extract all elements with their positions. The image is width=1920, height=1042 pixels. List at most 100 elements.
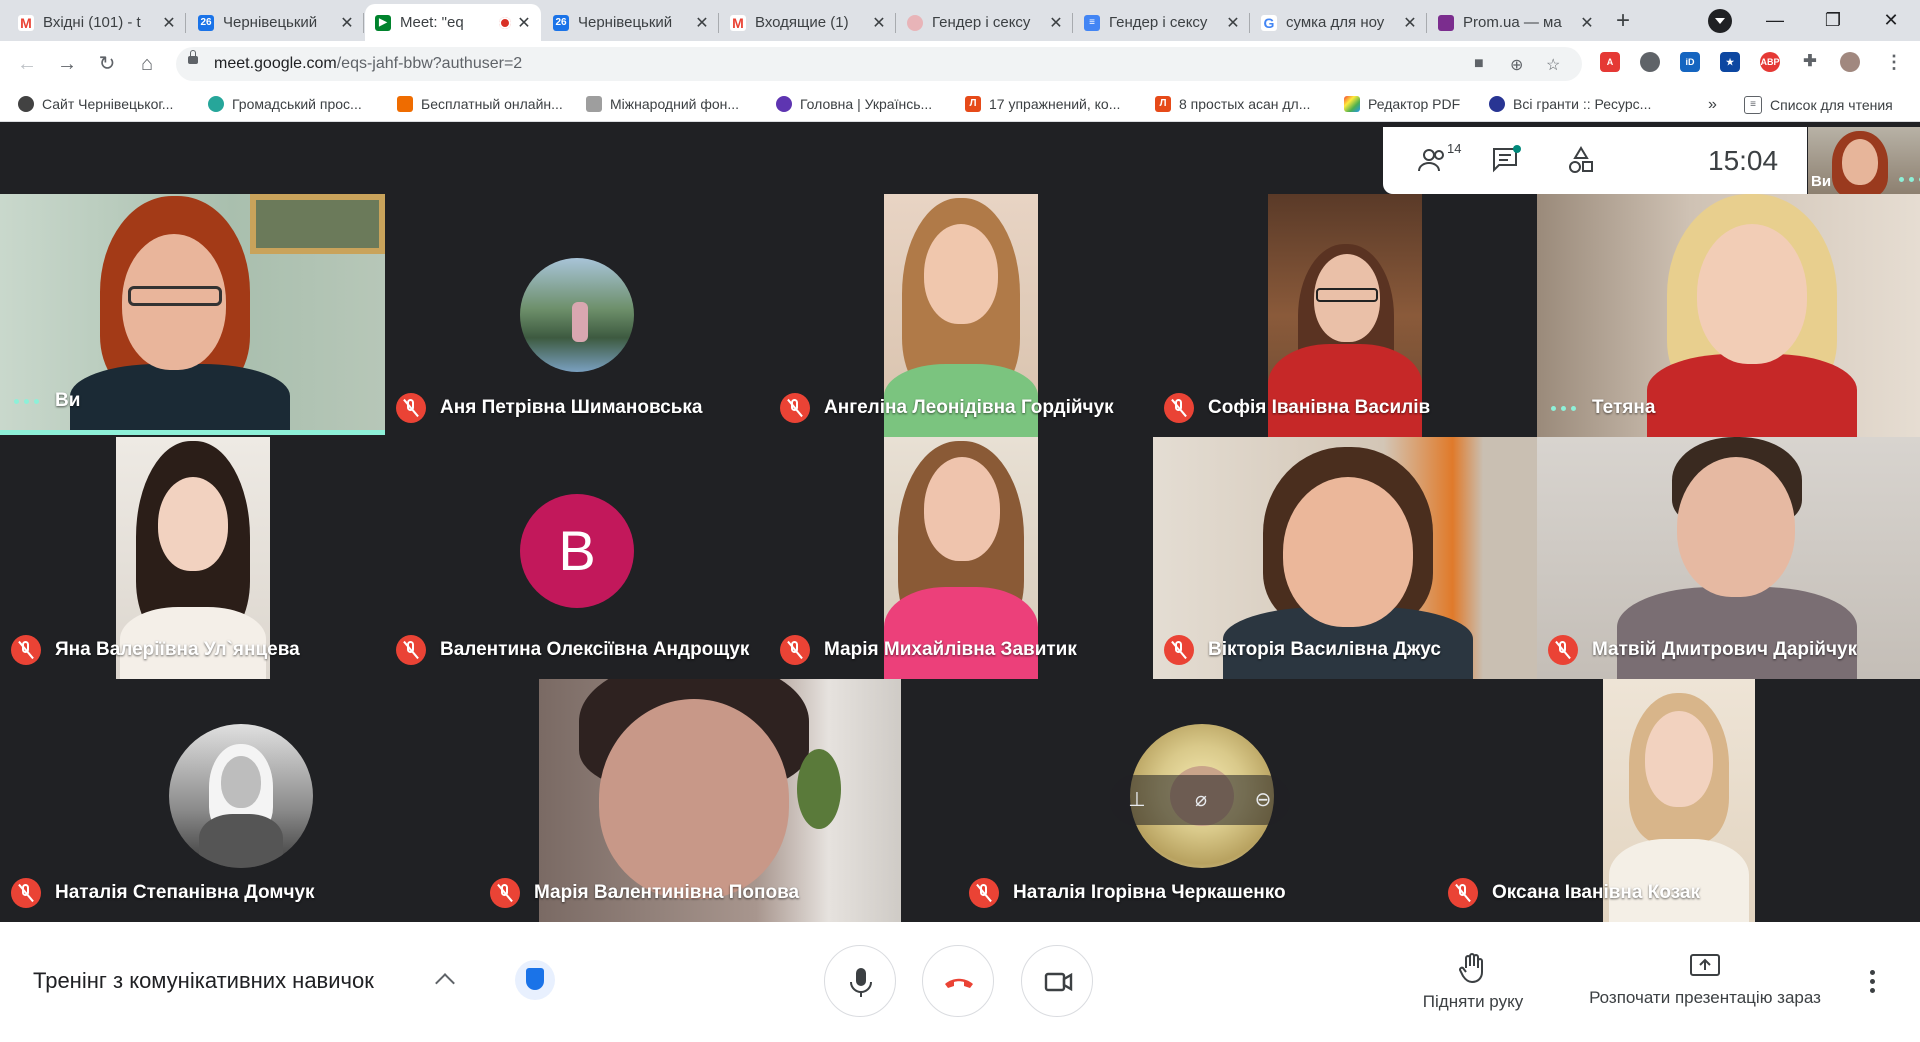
participant-tile[interactable]: Вікторія Василівна Джус xyxy=(1153,437,1537,679)
browser-tab[interactable]: 26 Чернівецький ✕ xyxy=(543,4,719,41)
restore-button[interactable]: ❐ xyxy=(1818,8,1848,34)
close-window-button[interactable]: ✕ xyxy=(1876,8,1906,34)
browser-tab[interactable]: 26 Чернівецький ✕ xyxy=(188,4,364,41)
bookmark-item[interactable]: Бесплатный онлайн... xyxy=(397,96,563,112)
chevron-up-icon[interactable] xyxy=(435,973,455,993)
close-tab-icon[interactable]: ✕ xyxy=(872,13,886,33)
browser-tab-active[interactable]: ▶ Meet: "eq ✕ xyxy=(365,4,541,41)
present-now-button[interactable]: Розпочати презентацію зараз xyxy=(1570,952,1840,1008)
tab-title: Чернівецький xyxy=(578,14,673,31)
participant-tile[interactable]: В Валентина Олексіївна Андрощук xyxy=(385,437,769,679)
close-tab-icon[interactable]: ✕ xyxy=(1403,13,1417,33)
self-view-thumbnail[interactable]: Ви xyxy=(1808,127,1920,194)
close-tab-icon[interactable]: ✕ xyxy=(340,13,354,33)
home-button[interactable]: ⌂ xyxy=(132,49,162,79)
browser-menu-icon[interactable]: ⋮ xyxy=(1884,52,1904,72)
host-controls-button[interactable] xyxy=(515,960,555,1000)
forward-button[interactable]: → xyxy=(52,49,82,79)
close-tab-icon[interactable]: ✕ xyxy=(162,13,176,33)
tab-title: Входящие (1) xyxy=(755,14,849,31)
lock-icon[interactable] xyxy=(188,50,198,64)
leave-call-button[interactable] xyxy=(922,945,994,1017)
address-bar[interactable]: meet.google.com/eqs-jahf-bbw?authuser=2 … xyxy=(176,47,1582,81)
participant-tile[interactable]: Тетяна xyxy=(1537,194,1920,437)
camera-button[interactable] xyxy=(1021,945,1093,1017)
bookmark-item[interactable]: Головна | Українсь... xyxy=(776,96,932,112)
browser-tab[interactable]: M Вхідні (101) - t ✕ xyxy=(8,4,186,41)
close-tab-icon[interactable]: ✕ xyxy=(517,13,531,33)
camera-icon[interactable]: ■ xyxy=(1474,55,1484,73)
extension-icon[interactable]: ★ xyxy=(1720,52,1740,72)
participant-tile[interactable]: Наталія Степанівна Домчук xyxy=(0,679,479,922)
zoom-icon[interactable]: ⊕ xyxy=(1510,55,1523,75)
meeting-clock: 15:04 xyxy=(1708,145,1779,176)
participant-tile[interactable]: Оксана Іванівна Козак xyxy=(1437,679,1920,922)
pdf-extension-icon[interactable]: A xyxy=(1600,52,1620,72)
raise-hand-button[interactable]: Підняти руку xyxy=(1413,952,1533,1012)
speaking-indicator xyxy=(1548,405,1578,411)
face xyxy=(1677,457,1795,597)
tab-search-icon[interactable] xyxy=(1708,9,1732,33)
participant-tile[interactable]: Аня Петрівна Шимановська xyxy=(385,194,769,437)
participant-tile[interactable]: Яна Валеріївна Ул`янцева xyxy=(0,437,385,679)
site-icon xyxy=(776,96,792,112)
remove-participant-icon[interactable]: ⊖ xyxy=(1250,787,1276,813)
bookmark-item[interactable]: Л 17 упражнений, ко... xyxy=(965,96,1120,112)
mic-off-icon xyxy=(1448,878,1478,908)
bookmark-item[interactable]: Сайт Чернівецьког... xyxy=(18,96,173,112)
url-text[interactable]: meet.google.com/eqs-jahf-bbw?authuser=2 xyxy=(214,55,522,73)
web-icon xyxy=(907,14,923,31)
mute-participant-icon[interactable]: ⌀ xyxy=(1188,787,1214,813)
browser-tab[interactable]: ≡ Гендер і сексу ✕ xyxy=(1074,4,1250,41)
extension-icon[interactable] xyxy=(1640,52,1660,72)
meeting-title[interactable]: Тренінг з комунікативних навичок xyxy=(33,968,374,994)
minimize-button[interactable]: — xyxy=(1760,8,1790,34)
participant-tile[interactable]: Ангеліна Леонідівна Гордійчук xyxy=(769,194,1153,437)
chat-button[interactable] xyxy=(1491,145,1521,175)
participant-name: Ангеліна Леонідівна Гордійчук xyxy=(824,397,1114,418)
participant-grid: Ви Аня Петрівна Шимановська Ангеліна Лео… xyxy=(0,194,1920,922)
close-tab-icon[interactable]: ✕ xyxy=(1226,13,1240,33)
bookmark-item[interactable]: Міжнародний фон... xyxy=(586,96,739,112)
id-extension-icon[interactable]: iD xyxy=(1680,52,1700,72)
wall-picture xyxy=(250,194,385,254)
microphone-button[interactable] xyxy=(824,945,896,1017)
calendar-icon: 26 xyxy=(198,14,214,31)
bookmarks-overflow-button[interactable]: » xyxy=(1708,96,1717,114)
participant-tile[interactable]: Ви xyxy=(0,194,385,435)
back-button[interactable]: ← xyxy=(12,49,42,79)
bookmark-item[interactable]: Редактор PDF xyxy=(1344,96,1460,112)
more-options-icon[interactable] xyxy=(1870,970,1876,997)
calendar-icon: 26 xyxy=(553,14,569,31)
bookmark-item[interactable]: Л8 простых асан дл... xyxy=(1155,96,1310,112)
participant-tile[interactable]: Марія Валентинівна Попова xyxy=(479,679,958,922)
mic-off-icon xyxy=(780,393,810,423)
site-icon: Л xyxy=(1155,96,1171,112)
browser-tab[interactable]: M Входящие (1) ✕ xyxy=(720,4,896,41)
mic-off-icon xyxy=(11,635,41,665)
browser-tab[interactable]: Prom.ua — ма ✕ xyxy=(1428,4,1604,41)
chat-icon xyxy=(1493,145,1521,173)
profile-avatar[interactable] xyxy=(1840,52,1860,72)
participants-button[interactable]: 14 xyxy=(1417,141,1461,175)
pin-icon[interactable]: ⊥ xyxy=(1124,787,1150,813)
bookmark-star-icon[interactable]: ☆ xyxy=(1546,55,1560,75)
browser-tab[interactable]: G сумка для ноу ✕ xyxy=(1251,4,1427,41)
activities-button[interactable] xyxy=(1566,145,1596,175)
adblock-icon[interactable]: ABP xyxy=(1760,52,1780,72)
close-tab-icon[interactable]: ✕ xyxy=(1580,13,1594,33)
bookmark-item[interactable]: Громадський прос... xyxy=(208,96,362,112)
participant-tile[interactable]: Марія Михайлівна Завитик xyxy=(769,437,1153,679)
browser-tab[interactable]: Гендер і сексу ✕ xyxy=(897,4,1073,41)
close-tab-icon[interactable]: ✕ xyxy=(1049,13,1063,33)
reading-list-button[interactable]: ≡ Список для чтения xyxy=(1744,96,1893,114)
present-now-label: Розпочати презентацію зараз xyxy=(1589,988,1821,1007)
tile-label: Матвій Дмитрович Дарійчук xyxy=(1537,621,1920,679)
participant-tile[interactable]: Софія Іванівна Василів xyxy=(1153,194,1537,437)
participant-tile[interactable]: Матвій Дмитрович Дарійчук xyxy=(1537,437,1920,679)
new-tab-button[interactable]: + xyxy=(1608,7,1638,37)
reload-button[interactable]: ↻ xyxy=(92,49,122,79)
close-tab-icon[interactable]: ✕ xyxy=(695,13,709,33)
extensions-puzzle-icon[interactable]: ✚ xyxy=(1800,52,1820,72)
bookmark-item[interactable]: Всі гранти :: Ресурс... xyxy=(1489,96,1651,112)
